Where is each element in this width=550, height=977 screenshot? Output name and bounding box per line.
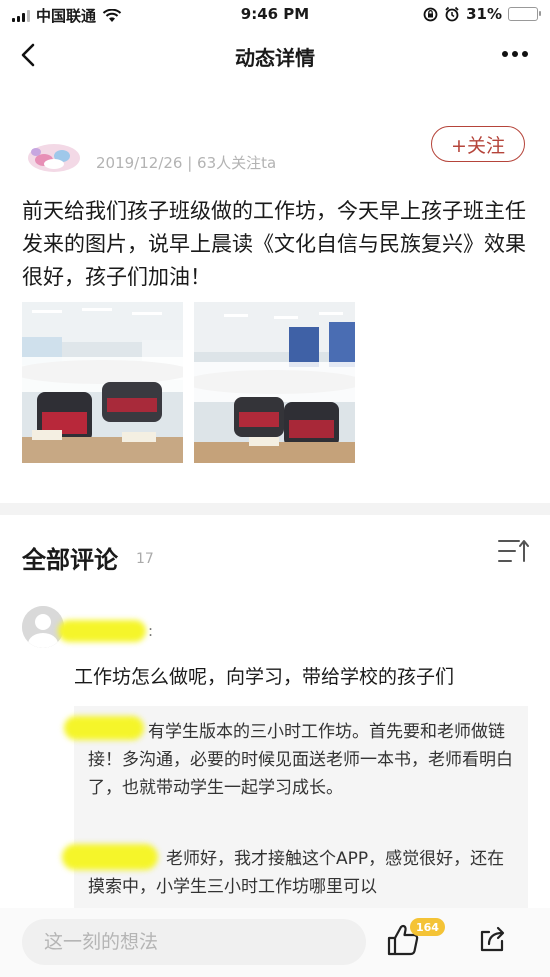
alarm-icon: [445, 6, 459, 22]
reply-text-1[interactable]: 有学生版本的三小时工作坊。首先要和老师做链接！多沟通，必要的时候见面送老师一本书…: [88, 718, 518, 802]
reply-author-redacted-2: [62, 844, 158, 870]
page-title: 动态详情: [235, 46, 315, 70]
status-bar: 中国联通 9:46 PM 31%: [0, 0, 550, 30]
rotation-lock-icon: [423, 7, 438, 21]
screen: 中国联通 9:46 PM 31% 动态详情 2019/12/26 | 63人关注…: [0, 0, 550, 977]
author-avatar[interactable]: [24, 136, 82, 172]
comment-input[interactable]: [22, 919, 366, 965]
bottom-bar: 164: [0, 908, 550, 977]
status-right: 31%: [423, 5, 541, 23]
battery-icon: [508, 7, 541, 21]
nav-bar: 动态详情: [0, 30, 550, 82]
post-date-followers: 2019/12/26 | 63人关注ta: [96, 154, 277, 172]
more-dots-icon[interactable]: [500, 44, 530, 64]
commenter-name-colon: :: [148, 622, 154, 640]
post-body-text: 前天给我们孩子班级做的工作坊，今天早上孩子班主任发来的图片，说早上晨读《文化自信…: [22, 199, 526, 289]
share-icon[interactable]: [478, 924, 508, 954]
sort-icon[interactable]: [497, 537, 529, 565]
like-count-badge: 164: [410, 918, 445, 936]
post-photo-2[interactable]: [194, 302, 355, 463]
follow-button[interactable]: +关注: [431, 126, 525, 162]
section-divider: [0, 503, 550, 515]
post-photo-1[interactable]: [22, 302, 183, 463]
battery-percent: 31%: [466, 5, 502, 23]
comments-count: 17: [136, 551, 154, 567]
comment-text[interactable]: 工作坊怎么做呢，向学习，带给学校的孩子们: [74, 662, 454, 689]
comments-heading: 全部评论: [22, 546, 118, 574]
commenter-name-redacted: [58, 620, 146, 642]
reply-author-redacted-1: [64, 716, 144, 740]
follow-button-label: +关注: [451, 134, 505, 157]
